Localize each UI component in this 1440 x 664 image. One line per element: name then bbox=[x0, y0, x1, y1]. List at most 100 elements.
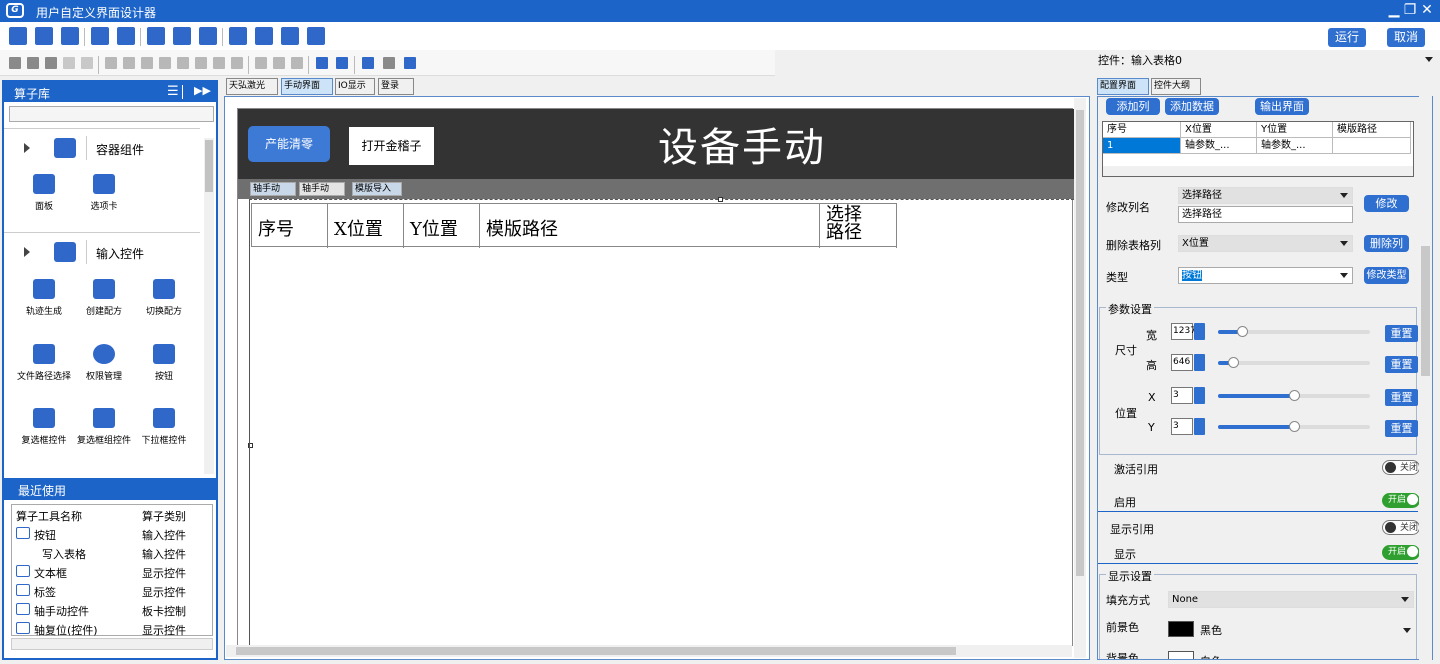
tool-checkbox-group[interactable]: 复选框组控件 bbox=[74, 408, 134, 470]
group-container[interactable]: 容器组件 bbox=[4, 128, 200, 168]
restore-icon[interactable]: ❐ bbox=[1403, 2, 1417, 18]
tool-tabcontrol[interactable]: 选项卡 bbox=[74, 174, 134, 236]
undo-icon[interactable] bbox=[63, 57, 75, 69]
eye-icon[interactable] bbox=[147, 27, 165, 45]
open-folder-icon[interactable] bbox=[35, 27, 53, 45]
table-header-cell[interactable]: 模版路径 bbox=[480, 204, 820, 248]
delete-icon[interactable] bbox=[383, 57, 395, 69]
camera-icon[interactable] bbox=[229, 27, 247, 45]
rename-button[interactable]: 修改 bbox=[1364, 195, 1409, 212]
width-reset-button[interactable]: 重置 bbox=[1385, 325, 1418, 342]
group-input[interactable]: 输入控件 bbox=[4, 232, 200, 272]
close-icon[interactable]: ✕ bbox=[1420, 2, 1434, 18]
x-input[interactable]: 3 bbox=[1171, 387, 1193, 404]
warning-icon[interactable] bbox=[281, 27, 299, 45]
height-reset-button[interactable]: 重置 bbox=[1385, 356, 1418, 373]
cut-icon[interactable] bbox=[27, 57, 39, 69]
y-reset-button[interactable]: 重置 bbox=[1385, 420, 1418, 437]
expand-arrow-icon[interactable] bbox=[24, 247, 30, 257]
document-icon[interactable] bbox=[117, 27, 135, 45]
table-row[interactable]: 轴复位(控件) 显示控件 bbox=[12, 619, 212, 638]
align-left-icon[interactable] bbox=[105, 57, 117, 69]
bg-swatch[interactable] bbox=[1168, 651, 1194, 659]
fill-select[interactable]: None bbox=[1168, 591, 1414, 608]
align-bottom-icon[interactable] bbox=[195, 57, 207, 69]
expand-arrow-icon[interactable] bbox=[24, 143, 30, 153]
brush-icon[interactable] bbox=[404, 57, 416, 69]
save-all-icon[interactable] bbox=[61, 27, 79, 45]
paste-icon[interactable] bbox=[45, 57, 57, 69]
y-spinner[interactable] bbox=[1194, 418, 1205, 435]
align-middle-icon[interactable] bbox=[159, 57, 171, 69]
tool-switch-recipe[interactable]: 切换配方 bbox=[134, 279, 194, 341]
table-header-cell[interactable]: Y位置 bbox=[404, 204, 480, 248]
inner-tab-template[interactable]: 模版导入 bbox=[352, 182, 402, 196]
tab-manual[interactable]: 手动界面 bbox=[281, 78, 333, 95]
library-scroll-thumb[interactable] bbox=[205, 140, 213, 192]
distribute-v-icon[interactable] bbox=[231, 57, 243, 69]
rename-input[interactable]: 选择路径 bbox=[1178, 206, 1353, 223]
add-data-button[interactable]: 添加数据 bbox=[1165, 98, 1219, 115]
align-right-icon[interactable] bbox=[177, 57, 189, 69]
tool-checkbox[interactable]: 复选框控件 bbox=[14, 408, 74, 470]
tab-login[interactable]: 登录 bbox=[378, 78, 414, 95]
rename-column-select[interactable]: 选择路径 bbox=[1178, 187, 1353, 204]
grid-cell[interactable] bbox=[1333, 138, 1411, 154]
design-canvas[interactable]: 产能清零 打开金稽子 设备手动 轴手动 轴手动 模版导入 序号 X位置 Y位置 … bbox=[237, 108, 1074, 647]
minimize-icon[interactable]: ▁ bbox=[1387, 2, 1401, 18]
clear-capacity-button[interactable]: 产能清零 bbox=[248, 126, 330, 162]
redo-icon[interactable] bbox=[81, 57, 93, 69]
tool-panel[interactable]: 面板 bbox=[14, 174, 74, 236]
new-icon[interactable] bbox=[9, 27, 27, 45]
tool-dropdown[interactable]: 下拉框控件 bbox=[134, 408, 194, 470]
add-column-button[interactable]: 添加列 bbox=[1106, 98, 1160, 115]
table-row[interactable]: 文本框 显示控件 bbox=[12, 562, 212, 581]
menu-icon[interactable]: ☰ bbox=[167, 84, 179, 99]
collapse-panel-icon[interactable]: ▶▶ bbox=[194, 84, 211, 97]
same-width-icon[interactable] bbox=[273, 57, 285, 69]
delete-column-button[interactable]: 删除列 bbox=[1364, 235, 1409, 252]
grid-cell[interactable]: 1 bbox=[1103, 138, 1181, 154]
tab-outline[interactable]: 控件大纲 bbox=[1151, 78, 1201, 95]
upload-icon[interactable] bbox=[199, 27, 217, 45]
height-input[interactable]: 646 bbox=[1171, 354, 1193, 371]
tab-io[interactable]: IO显示 bbox=[335, 78, 375, 95]
same-size-icon[interactable] bbox=[291, 57, 303, 69]
tool-trajectory[interactable]: 轨迹生成 bbox=[14, 279, 74, 341]
change-type-button[interactable]: 修改类型 bbox=[1364, 267, 1409, 284]
delete-column-select[interactable]: X位置 bbox=[1178, 235, 1353, 252]
width-spinner[interactable] bbox=[1194, 323, 1205, 340]
table-row[interactable]: 按钮 输入控件 bbox=[12, 524, 212, 543]
height-spinner[interactable] bbox=[1194, 354, 1205, 371]
enable-toggle[interactable]: 开启 bbox=[1382, 493, 1420, 508]
fg-swatch[interactable] bbox=[1168, 621, 1194, 637]
operator-search-input[interactable] bbox=[9, 106, 214, 122]
control-dropdown-icon[interactable] bbox=[1425, 57, 1433, 62]
canvas-vscroll-thumb[interactable] bbox=[1076, 110, 1084, 576]
camera-settings-icon[interactable] bbox=[255, 27, 273, 45]
properties-scrollbar[interactable] bbox=[1419, 96, 1432, 660]
table-row[interactable]: 标签 显示控件 bbox=[12, 581, 212, 600]
table-header-cell[interactable]: X位置 bbox=[328, 204, 404, 248]
x-slider[interactable] bbox=[1218, 390, 1370, 401]
bring-front-icon[interactable] bbox=[316, 57, 328, 69]
tool-permission[interactable]: 权限管理 bbox=[74, 344, 134, 406]
open-button[interactable]: 打开金稽子 bbox=[349, 127, 434, 165]
tool-button[interactable]: 按钮 bbox=[134, 344, 194, 406]
y-input[interactable]: 3 bbox=[1171, 418, 1193, 435]
recent-hscrollbar[interactable] bbox=[11, 638, 213, 650]
inner-tab-axis-2[interactable]: 轴手动 bbox=[299, 182, 345, 196]
run-button[interactable]: 运行 bbox=[1328, 28, 1366, 47]
select-all-icon[interactable] bbox=[362, 57, 374, 69]
type-select[interactable]: 按钮 bbox=[1178, 267, 1353, 284]
grid-cell[interactable]: 轴参数_... bbox=[1257, 138, 1333, 154]
export-ui-button[interactable]: 输出界面 bbox=[1255, 98, 1309, 115]
align-top-icon[interactable] bbox=[141, 57, 153, 69]
cancel-button[interactable]: 取消 bbox=[1387, 28, 1425, 47]
table-header-cell[interactable]: 选择 路径 bbox=[820, 204, 897, 248]
y-slider[interactable] bbox=[1218, 421, 1370, 432]
display-ref-toggle[interactable]: 关闭 bbox=[1382, 520, 1420, 535]
tab-tianhong[interactable]: 天弘激光 bbox=[226, 78, 278, 95]
grid-hscrollbar[interactable] bbox=[1103, 166, 1413, 176]
tool-create-recipe[interactable]: 创建配方 bbox=[74, 279, 134, 341]
